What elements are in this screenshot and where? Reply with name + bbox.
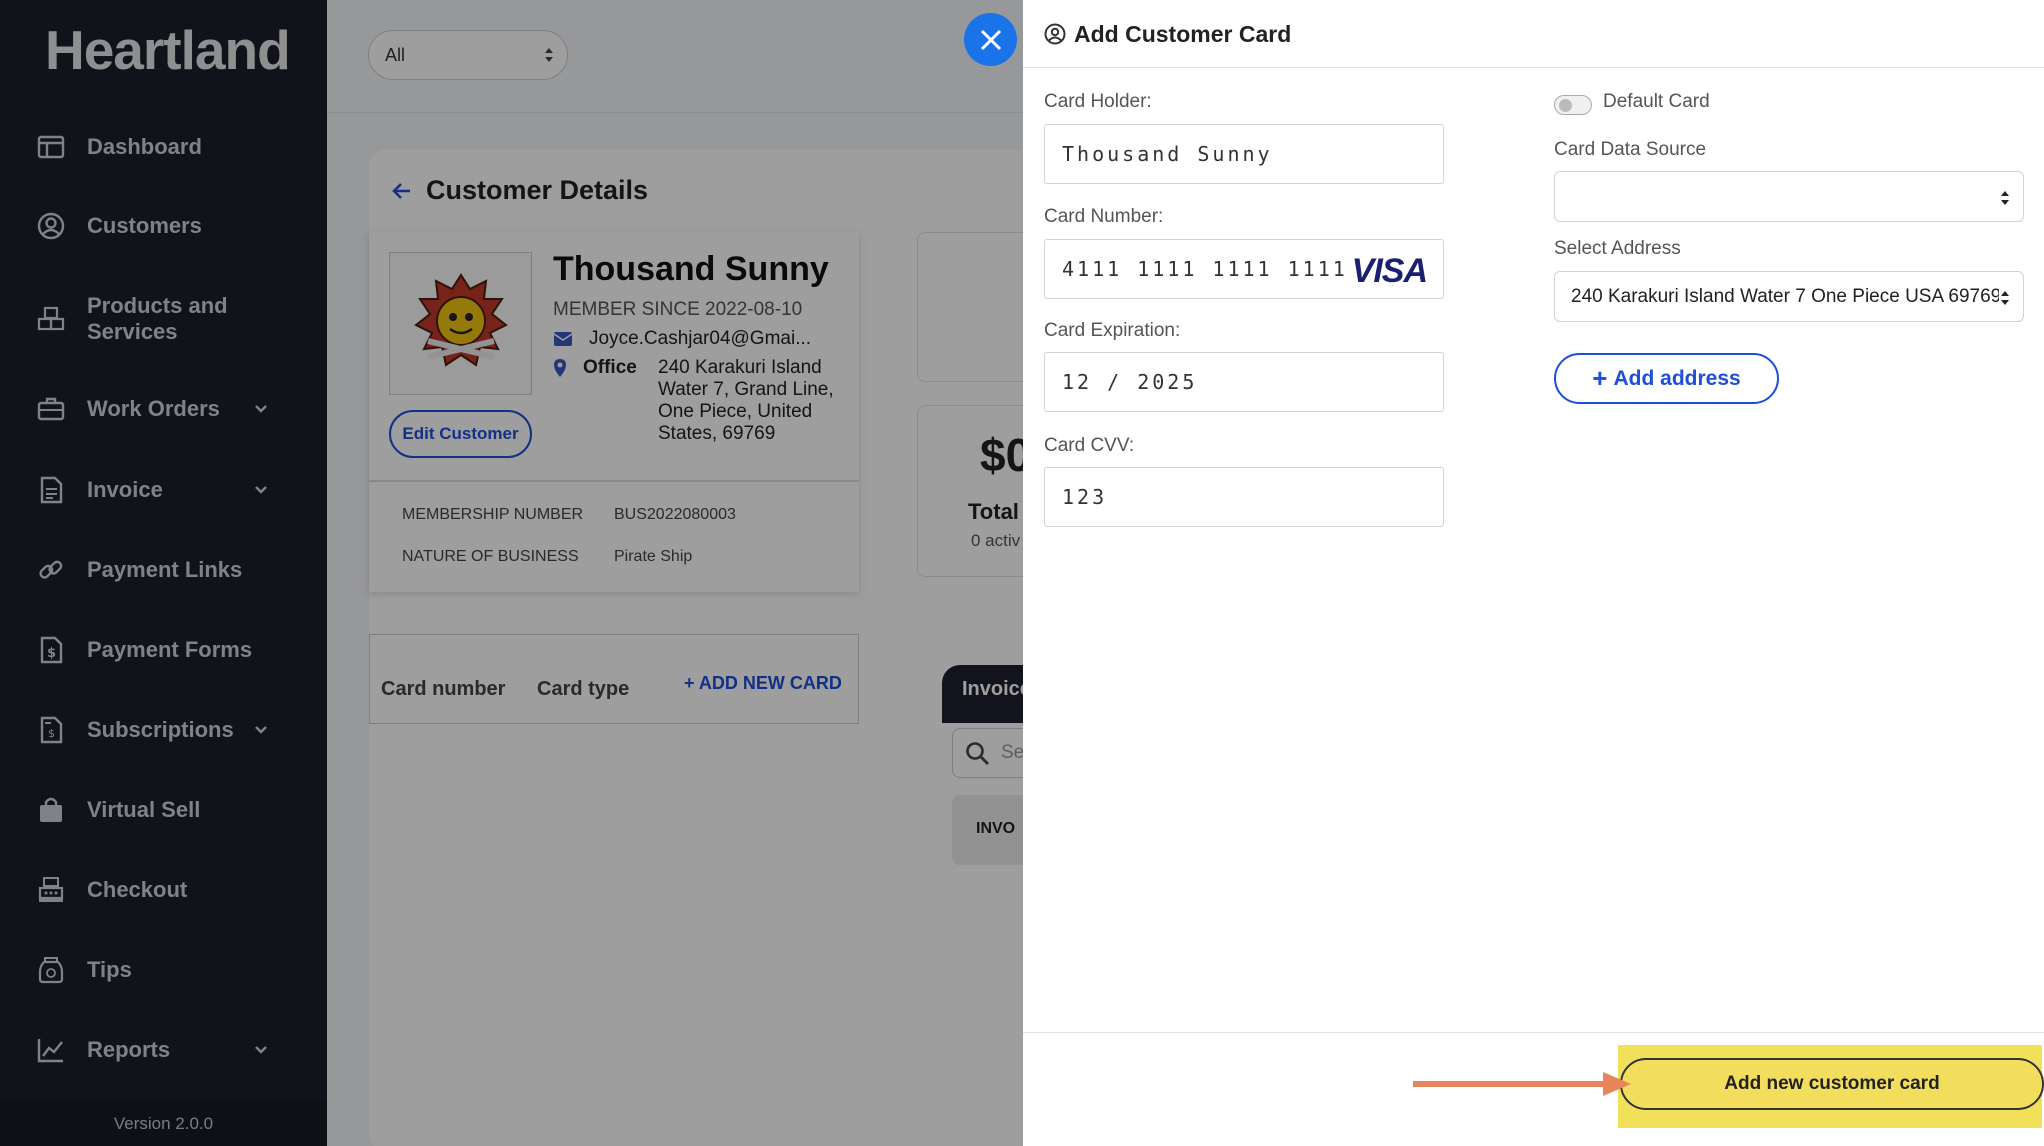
add-customer-card-modal: Add Customer Card Card Holder: Thousand … bbox=[1023, 0, 2044, 1146]
card-number-label: Card Number: bbox=[1044, 206, 1164, 227]
modal-footer-divider bbox=[1023, 1032, 2044, 1033]
card-holder-input[interactable]: Thousand Sunny bbox=[1044, 124, 1444, 184]
add-new-customer-card-button[interactable]: Add new customer card bbox=[1620, 1058, 2044, 1110]
select-address-select[interactable]: 240 Karakuri Island Water 7 One Piece US… bbox=[1554, 271, 2024, 322]
card-holder-label: Card Holder: bbox=[1044, 91, 1152, 112]
modal-header: Add Customer Card bbox=[1023, 0, 2044, 68]
select-address-value: 240 Karakuri Island Water 7 One Piece US… bbox=[1571, 286, 2002, 307]
card-cvv-value: 123 bbox=[1062, 485, 1108, 509]
add-address-button[interactable]: + Add address bbox=[1554, 353, 1779, 404]
plus-icon: + bbox=[1592, 363, 1608, 393]
user-circle-icon bbox=[1044, 23, 1066, 45]
select-arrows-icon bbox=[1999, 288, 2011, 308]
modal-backdrop[interactable] bbox=[0, 0, 1023, 1146]
annotation-arrow-icon bbox=[1413, 1072, 1631, 1096]
default-card-label: Default Card bbox=[1603, 91, 1710, 112]
close-icon bbox=[980, 29, 1001, 50]
select-address-label: Select Address bbox=[1554, 238, 1681, 259]
card-expiration-value: 12 / 2025 bbox=[1062, 370, 1198, 394]
select-arrows-icon bbox=[2001, 191, 2009, 205]
card-cvv-label: Card CVV: bbox=[1044, 435, 1135, 456]
card-expiration-label: Card Expiration: bbox=[1044, 320, 1181, 341]
card-number-input[interactable]: 4111 1111 1111 1111 VISA bbox=[1044, 239, 1444, 299]
toggle-knob bbox=[1559, 99, 1572, 112]
visa-logo-icon: VISA bbox=[1351, 252, 1428, 290]
card-cvv-input[interactable]: 123 bbox=[1044, 467, 1444, 527]
card-number-value: 4111 1111 1111 1111 bbox=[1062, 257, 1348, 281]
card-data-source-select[interactable] bbox=[1554, 171, 2024, 222]
close-modal-button[interactable] bbox=[964, 13, 1017, 66]
card-expiration-input[interactable]: 12 / 2025 bbox=[1044, 352, 1444, 412]
default-card-toggle[interactable] bbox=[1554, 95, 1592, 115]
add-address-label: Add address bbox=[1613, 366, 1741, 390]
card-holder-value: Thousand Sunny bbox=[1062, 142, 1273, 166]
card-data-source-label: Card Data Source bbox=[1554, 139, 1707, 160]
modal-title: Add Customer Card bbox=[1074, 21, 1292, 47]
